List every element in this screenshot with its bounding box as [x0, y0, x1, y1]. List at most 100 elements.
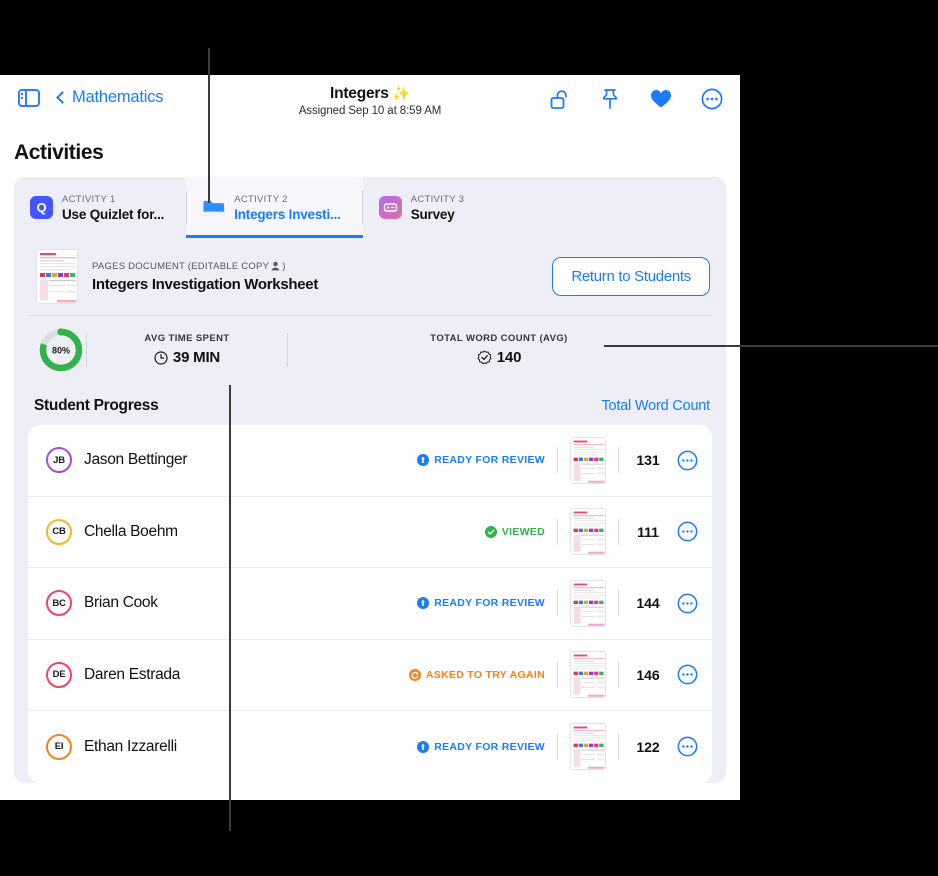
submission-thumbnail[interactable]: [570, 579, 606, 627]
table-row[interactable]: BC Brian Cook READY FOR REVIEW 144: [28, 568, 712, 640]
submission-thumbnail[interactable]: [570, 436, 606, 484]
folder-icon: [202, 196, 225, 219]
assignment-title: Integers: [329, 85, 389, 102]
toolbar: Mathematics Integers ✨ Assigned Sep 10 a…: [0, 75, 740, 128]
status-badge: READY FOR REVIEW: [417, 597, 545, 610]
submission-thumbnail[interactable]: [570, 651, 606, 699]
tab-activity-1[interactable]: Q ACTIVITY 1 Use Quizlet for...: [14, 177, 186, 238]
activity-tabs: Q ACTIVITY 1 Use Quizlet for... ACTIVITY…: [14, 177, 726, 238]
avatar-initials: JB: [53, 454, 65, 466]
row-more-button[interactable]: [677, 736, 698, 757]
word-count: 146: [636, 666, 660, 683]
table-row[interactable]: CB Chella Boehm VIEWED 111: [28, 497, 712, 568]
more-circle-icon[interactable]: [700, 87, 724, 111]
callout-line-word-count: [604, 345, 938, 347]
status-badge: READY FOR REVIEW: [417, 740, 545, 753]
student-name: Jason Bettinger: [84, 451, 188, 469]
row-more-button[interactable]: [677, 593, 698, 614]
completion-ring: 80%: [36, 325, 86, 375]
heart-icon[interactable]: [649, 87, 673, 111]
svg-text:80%: 80%: [52, 345, 70, 355]
row-more-icon: [677, 521, 698, 542]
row-more-button[interactable]: [677, 521, 698, 542]
stat-label: TOTAL WORD COUNT (AVG): [430, 333, 568, 344]
divider: [618, 518, 619, 545]
student-list: JB Jason Bettinger READY FOR REVIEW 131 CB Ch…: [28, 425, 712, 783]
return-to-students-button[interactable]: Return to Students: [552, 257, 710, 296]
stat-label: AVG TIME SPENT: [144, 333, 230, 344]
stat-word-count: TOTAL WORD COUNT (AVG) 140: [288, 333, 710, 366]
divider: [557, 733, 558, 760]
stat-value: 140: [496, 349, 522, 366]
student-progress-header: Student Progress Total Word Count: [14, 383, 726, 425]
student-name: Daren Estrada: [84, 665, 181, 683]
section-heading: Activities: [14, 141, 104, 164]
ready-badge-icon: [417, 597, 430, 610]
status-badge-label: VIEWED: [501, 525, 545, 538]
viewed-badge-icon: [484, 525, 497, 538]
table-row[interactable]: EI Ethan Izzarelli READY FOR REVIEW 122: [28, 711, 712, 783]
survey-icon: [378, 196, 402, 219]
tab-label: Survey: [410, 206, 455, 222]
row-more-button[interactable]: [677, 450, 698, 471]
lock-open-icon[interactable]: [547, 87, 571, 111]
tab-kicker: ACTIVITY 2: [234, 193, 288, 205]
stat-value-wrap: 140: [288, 349, 710, 366]
activities-panel: Q ACTIVITY 1 Use Quizlet for... ACTIVITY…: [14, 177, 726, 783]
document-kicker: PAGES DOCUMENT (EDITABLE COPY ): [92, 260, 286, 272]
divider: [618, 661, 619, 688]
avatar-initials: BC: [52, 597, 66, 609]
word-count: 144: [636, 595, 660, 612]
tab-activity-3[interactable]: ACTIVITY 3 Survey: [363, 177, 487, 238]
divider: [557, 590, 558, 617]
table-row[interactable]: JB Jason Bettinger READY FOR REVIEW 131: [28, 425, 712, 497]
stat-value: 39 MIN: [172, 349, 221, 366]
avatar-initials: EI: [54, 741, 64, 753]
tab-activity-2[interactable]: ACTIVITY 2 Integers Investi...: [186, 177, 363, 238]
tab-kicker: ACTIVITY 3: [410, 193, 465, 205]
document-row[interactable]: PAGES DOCUMENT (EDITABLE COPY ) Integers…: [14, 238, 726, 315]
row-more-icon: [677, 664, 698, 685]
stat-value-wrap: 39 MIN: [87, 349, 287, 366]
divider: [557, 518, 558, 545]
tab-label: Integers Investi...: [234, 206, 341, 222]
word-count: 131: [636, 452, 660, 469]
student-progress-title: Student Progress: [34, 397, 159, 414]
ready-badge-icon: [417, 454, 430, 467]
total-word-count-link[interactable]: Total Word Count: [601, 398, 710, 414]
row-more-button[interactable]: [677, 664, 698, 685]
toolbar-actions: [547, 87, 724, 111]
pin-icon[interactable]: [598, 87, 622, 111]
student-name: Ethan Izzarelli: [84, 737, 177, 755]
stat-avg-time: AVG TIME SPENT 39 MIN: [87, 333, 287, 366]
word-count: 111: [637, 523, 659, 540]
status-badge-label: READY FOR REVIEW: [434, 454, 545, 467]
sparkle-icon: ✨: [392, 85, 411, 101]
status-badge-label: READY FOR REVIEW: [434, 740, 545, 753]
document-title: Integers Investigation Worksheet: [92, 275, 319, 293]
callout-line-avg-time: [229, 385, 231, 831]
student-name: Brian Cook: [84, 594, 158, 612]
avatar: CB: [46, 518, 72, 545]
divider: [557, 661, 558, 688]
avatar-initials: CB: [52, 526, 66, 538]
stats-row: 80% AVG TIME SPENT 39 MIN TOTAL WORD COU…: [14, 316, 726, 383]
tab-divider: [186, 191, 188, 224]
avatar: JB: [46, 447, 72, 474]
divider: [618, 447, 619, 474]
clock-icon: [154, 350, 168, 365]
word-count: 122: [636, 738, 660, 755]
table-row[interactable]: DE Daren Estrada ASKED TO TRY AGAIN 146: [28, 640, 712, 711]
avatar: DE: [46, 661, 72, 688]
status-badge: ASKED TO TRY AGAIN: [408, 668, 545, 681]
submission-thumbnail[interactable]: [570, 723, 606, 771]
divider: [618, 590, 619, 617]
divider: [618, 733, 619, 760]
retry-badge-icon: [408, 668, 421, 681]
avatar: EI: [46, 733, 72, 760]
document-meta: PAGES DOCUMENT (EDITABLE COPY ) Integers…: [92, 261, 538, 293]
person-icon: [271, 261, 280, 271]
submission-thumbnail[interactable]: [570, 508, 606, 556]
ready-badge-icon: [417, 740, 430, 753]
student-name: Chella Boehm: [84, 522, 178, 540]
